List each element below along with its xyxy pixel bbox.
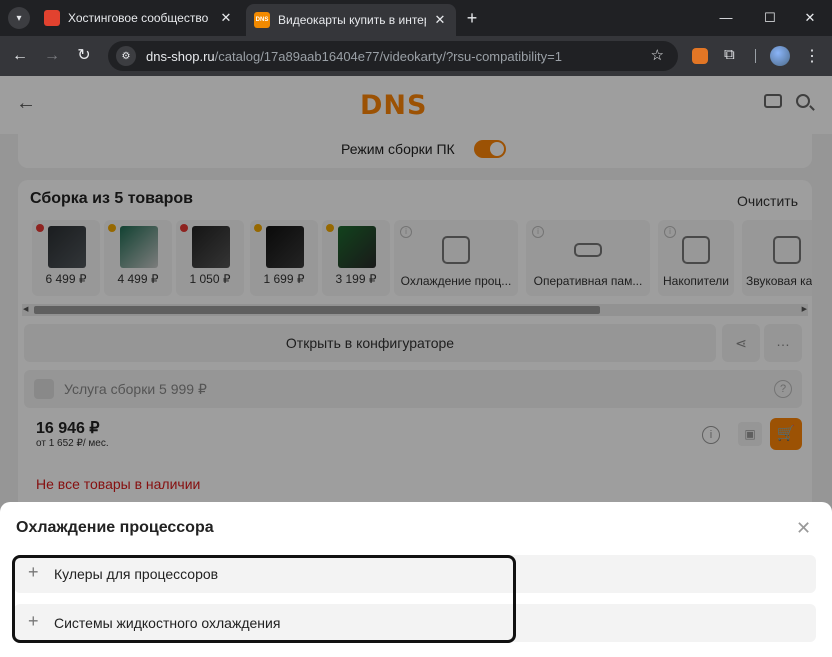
browser-toolbar: ← → ↻ ⚙ dns-shop.ru/catalog/17a89aab1640…: [0, 36, 832, 76]
profile-avatar[interactable]: [770, 46, 790, 66]
metamask-extension-icon[interactable]: [692, 48, 708, 64]
browser-tab-bar: ▾ Хостинговое сообщество «Timeweb» ✕ DNS…: [0, 0, 832, 36]
tab-dns[interactable]: DNS Видеокарты купить в интернет-магазин…: [246, 4, 456, 36]
close-tab-icon[interactable]: ✕: [218, 10, 234, 26]
highlight-frame: [12, 555, 516, 643]
close-tab-icon[interactable]: ✕: [432, 12, 448, 28]
tab-title: Видеокарты купить в интернет-магазине: [278, 13, 426, 27]
reload-icon[interactable]: ↻: [74, 46, 94, 66]
url-path: /catalog/17a89aab16404e77/videokarty/?rs…: [214, 48, 562, 64]
url-host: dns-shop.ru: [146, 48, 215, 64]
bookmark-star-icon[interactable]: ☆: [651, 46, 664, 64]
extensions-icon[interactable]: ⧉: [724, 46, 735, 63]
url-text[interactable]: dns-shop.ru/catalog/17a89aab16404e77/vid…: [146, 49, 562, 64]
timeweb-favicon-icon: [44, 10, 60, 26]
forward-icon[interactable]: →: [42, 46, 62, 66]
new-tab-icon[interactable]: +: [462, 8, 482, 28]
site-info-icon[interactable]: ⚙: [116, 46, 136, 66]
tab-title: Хостинговое сообщество «Timeweb»: [68, 11, 212, 25]
tab-search-icon[interactable]: ▾: [8, 7, 30, 29]
sheet-title: Охлаждение процессора: [16, 519, 214, 536]
minimize-icon[interactable]: —: [716, 8, 736, 28]
tab-timeweb[interactable]: Хостинговое сообщество «Timeweb» ✕: [36, 4, 242, 32]
maximize-icon[interactable]: ☐: [760, 8, 780, 28]
close-window-icon[interactable]: ✕: [800, 8, 820, 28]
browser-menu-icon[interactable]: ⋮: [804, 46, 820, 66]
back-icon[interactable]: ←: [10, 46, 30, 66]
address-bar[interactable]: ⚙ dns-shop.ru/catalog/17a89aab16404e77/v…: [108, 41, 678, 71]
close-icon[interactable]: ✕: [796, 518, 811, 539]
dns-favicon-icon: DNS: [254, 12, 270, 28]
toolbar-divider: [755, 49, 756, 63]
